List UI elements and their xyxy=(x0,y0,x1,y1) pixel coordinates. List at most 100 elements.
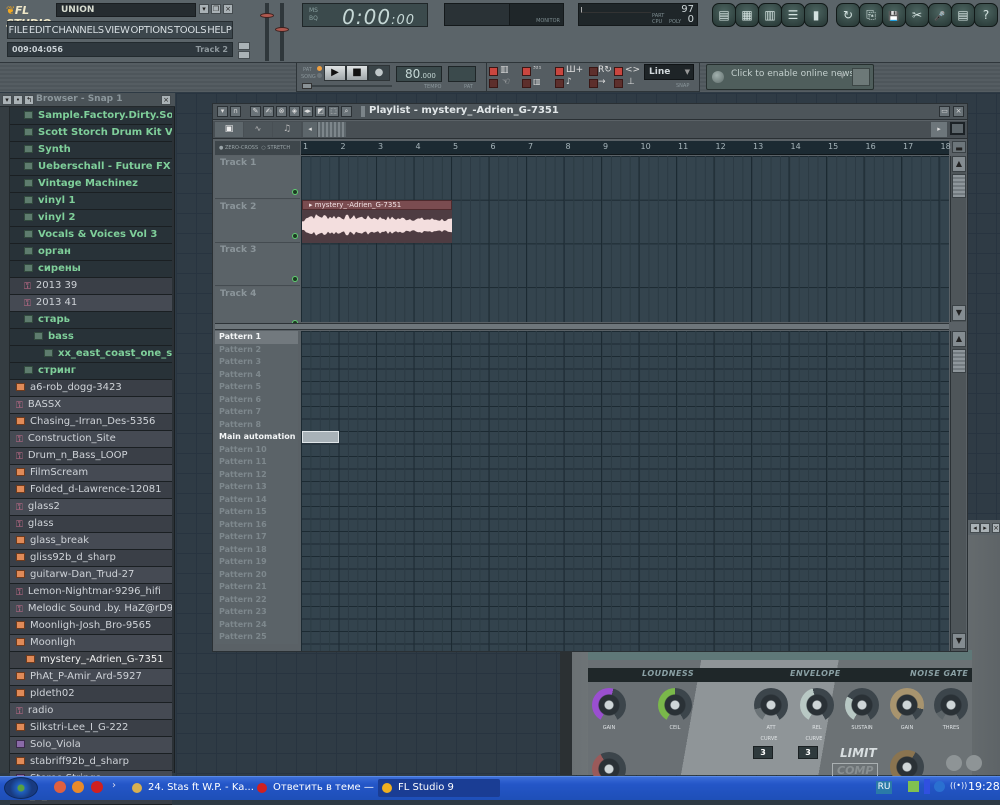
browser-file[interactable]: a6-rob_dogg-3423 xyxy=(10,380,172,397)
tray-icon-network[interactable] xyxy=(908,781,919,792)
knob-gain[interactable] xyxy=(592,688,626,722)
record-audio-button[interactable]: 🎤 xyxy=(928,3,952,27)
browser-file[interactable]: ⚿ BASSX xyxy=(10,397,172,414)
playlist-view-button[interactable]: ▤ xyxy=(712,3,736,27)
pattern-header[interactable]: Pattern 14 xyxy=(215,493,298,506)
save-button[interactable]: 💾 xyxy=(882,3,906,27)
select-tool-icon[interactable]: ⬚ xyxy=(328,106,339,117)
delete-tool-icon[interactable]: ⊗ xyxy=(276,106,287,117)
browser-collapse-button[interactable]: • xyxy=(13,95,23,105)
knob-rel[interactable] xyxy=(800,688,834,722)
piano-roll-view-button[interactable]: ▥ xyxy=(758,3,782,27)
pattern-header[interactable]: Pattern 6 xyxy=(215,393,298,406)
pattern-header[interactable]: Main automation xyxy=(215,431,298,444)
slice-tool-icon[interactable]: ◩ xyxy=(315,106,326,117)
undo-button[interactable]: ↻ xyxy=(836,3,860,27)
zoom-tool-icon[interactable]: ⌕ xyxy=(341,106,352,117)
browser-file[interactable]: ⚿ 2013 41 xyxy=(10,295,172,312)
browser-file[interactable]: mystery_-Adrien_G-7351 xyxy=(10,652,172,669)
online-news-panel[interactable]: Click to enable online news ▼ xyxy=(706,64,874,90)
hint-up-button[interactable] xyxy=(238,51,250,59)
browser-file[interactable]: Silkstri-Lee_I_G-222 xyxy=(10,720,172,737)
language-indicator[interactable]: RU xyxy=(876,781,892,794)
plugin-next-button[interactable]: ▸ xyxy=(980,523,990,533)
plugin-prev-button[interactable]: ◂ xyxy=(970,523,980,533)
browser-file[interactable]: ⚿ 2013 39 xyxy=(10,278,172,295)
magnet-icon[interactable]: ∩ xyxy=(230,106,241,117)
browser-folder[interactable]: Synth xyxy=(10,142,172,159)
pattern-header[interactable]: Pattern 16 xyxy=(215,518,298,531)
browser-file[interactable]: ⚿ Drum_n_Bass_LOOP xyxy=(10,448,172,465)
menu-tools[interactable]: TOOLS xyxy=(174,25,207,36)
clock[interactable]: 19:28 xyxy=(968,780,1000,793)
pattern-header[interactable]: Pattern 5 xyxy=(215,381,298,394)
pattern-scroll-up-button[interactable]: ▲ xyxy=(952,331,966,347)
browser-file[interactable]: Chasing_-Irran_Des-5356 xyxy=(10,414,172,431)
tab-pattern-view[interactable]: ▣ xyxy=(215,122,243,137)
tab-audio-view[interactable]: ♫ xyxy=(273,122,301,137)
mail-icon[interactable] xyxy=(54,781,66,793)
pattern-header[interactable]: Pattern 7 xyxy=(215,406,298,419)
track-enable-led[interactable] xyxy=(292,232,298,239)
browser-close-button[interactable]: × xyxy=(161,95,171,105)
tray-icon-usb[interactable] xyxy=(924,779,930,794)
browser-file[interactable]: Folded_d-Lawrence-12081 xyxy=(10,482,172,499)
knob-sustain[interactable] xyxy=(845,688,879,722)
fl-studio-logo[interactable]: ❦FL STUDIO xyxy=(6,4,54,30)
audio-clip[interactable]: ▸ mystery_-Adrien_G-7351 xyxy=(302,200,452,243)
browser-file[interactable]: gliss92b_d_sharp xyxy=(10,550,172,567)
play-button[interactable]: ▶ xyxy=(324,65,346,81)
pattern-header[interactable]: Pattern 11 xyxy=(215,456,298,469)
horizontal-scroll-thumb[interactable] xyxy=(318,122,346,137)
scroll-right-button[interactable]: ▸ xyxy=(931,122,947,137)
pattern-header[interactable]: Pattern 17 xyxy=(215,531,298,544)
browser-file[interactable]: Moonligh xyxy=(10,635,172,652)
song-position-handle[interactable] xyxy=(302,83,312,89)
knob-thres[interactable] xyxy=(934,688,968,722)
automation-clip[interactable] xyxy=(302,431,339,443)
countdown-toggle[interactable] xyxy=(522,67,531,76)
close-button[interactable]: × xyxy=(223,4,233,14)
browser-folder[interactable]: орган xyxy=(10,244,172,261)
plugin-updown-button[interactable] xyxy=(966,755,982,771)
browser-folder[interactable]: сирены xyxy=(10,261,172,278)
browser-file[interactable]: ⚿ Construction_Site xyxy=(10,431,172,448)
playlist-close-button[interactable]: × xyxy=(953,106,964,117)
timeline-ruler[interactable]: 1 2 3 4 5 6 7 8 9 10 11 12 13 14 15 16 17 18 xyxy=(301,141,951,155)
record-button[interactable]: ● xyxy=(368,65,390,81)
blend-notes-toggle[interactable] xyxy=(555,79,564,88)
browser-folder[interactable]: Vocals & Voices Vol 3 xyxy=(10,227,172,244)
playlist-maximize-button[interactable]: ▭ xyxy=(939,106,950,117)
browser-folder[interactable]: Vintage Machinez xyxy=(10,176,172,193)
pattern-header[interactable]: Pattern 13 xyxy=(215,481,298,494)
pattern-header[interactable]: Pattern 25 xyxy=(215,631,298,644)
scroll-toggle[interactable] xyxy=(589,79,598,88)
midi-toggle[interactable] xyxy=(614,79,623,88)
track-scroll-up-button[interactable]: ▲ xyxy=(952,156,966,172)
browser-file[interactable]: ⚿ Lemon-Nightmar-9296_hifi xyxy=(10,584,172,601)
master-volume-handle[interactable] xyxy=(260,13,274,18)
menu-options[interactable]: OPTIONS xyxy=(130,25,173,36)
pattern-header[interactable]: Pattern 18 xyxy=(215,543,298,556)
tempo-display[interactable]: 80.000 xyxy=(396,66,442,82)
menu-channels[interactable]: CHANNELS xyxy=(52,25,104,36)
browser-folder[interactable]: стринг xyxy=(10,363,172,380)
pat-mode-led[interactable] xyxy=(317,66,322,71)
browser-folder[interactable]: xx_east_coast_one_sho... xyxy=(10,346,172,363)
browser-folder[interactable]: старь xyxy=(10,312,172,329)
browser-file[interactable]: FilmScream xyxy=(10,465,172,482)
help-button[interactable]: ? xyxy=(974,3,998,27)
menu-help[interactable]: HELP xyxy=(207,25,232,36)
plugin-close-button[interactable]: × xyxy=(992,523,1000,533)
browser-folder[interactable]: vinyl 1 xyxy=(10,193,172,210)
template-button[interactable]: ▤ xyxy=(951,3,975,27)
draw-tool-icon[interactable]: ✎ xyxy=(250,106,261,117)
pattern-header[interactable]: Pattern 21 xyxy=(215,581,298,594)
playlist-splitter[interactable] xyxy=(215,323,949,330)
browser-file[interactable]: Solo_Viola xyxy=(10,737,172,754)
track-scroll-down-button[interactable]: ▼ xyxy=(952,305,966,321)
browser-folder[interactable]: vinyl 2 xyxy=(10,210,172,227)
song-mode-led[interactable] xyxy=(317,73,322,78)
plugin-down-button[interactable] xyxy=(946,755,962,771)
start-button[interactable] xyxy=(4,777,38,799)
